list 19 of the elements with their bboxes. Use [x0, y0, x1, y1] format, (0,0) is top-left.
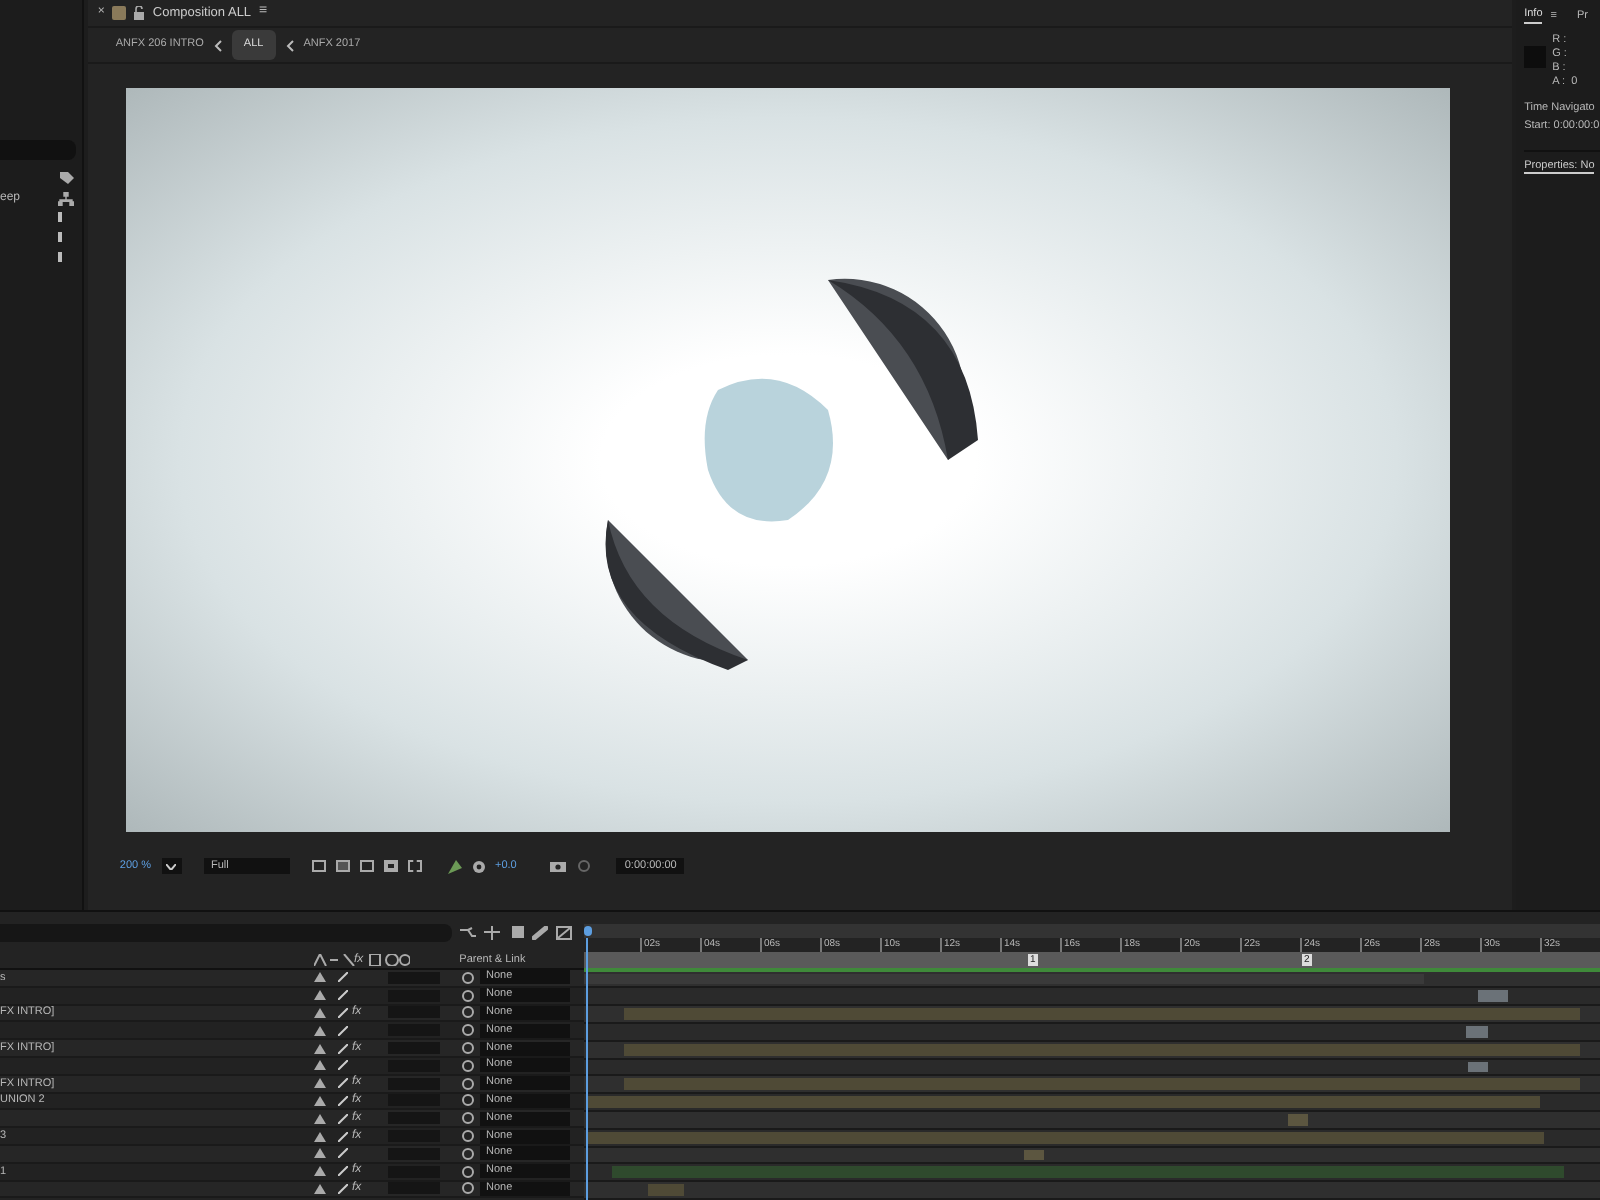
region-icon[interactable] [311, 860, 325, 872]
zoom-slider-handle[interactable] [584, 926, 592, 936]
chevron-left-icon [213, 39, 222, 51]
layer-duration-bar[interactable] [1468, 1061, 1488, 1073]
camera-icon[interactable] [550, 860, 567, 872]
pill-icon[interactable] [532, 925, 548, 939]
label-swatch [57, 252, 62, 262]
switches-header-icon [314, 954, 410, 966]
graph-icon[interactable] [556, 925, 572, 939]
layer-duration-bar[interactable] [1478, 990, 1508, 1003]
chevron-down-icon [166, 863, 176, 869]
label-swatch [57, 232, 62, 242]
label-swatch [57, 212, 62, 222]
hierarchy-icon [57, 191, 74, 205]
zoom-dropdown[interactable] [161, 858, 181, 874]
tag-icon [59, 172, 74, 186]
mask-icon[interactable] [359, 860, 373, 872]
chevron-left-icon [285, 39, 294, 51]
lock-icon[interactable] [134, 6, 145, 20]
